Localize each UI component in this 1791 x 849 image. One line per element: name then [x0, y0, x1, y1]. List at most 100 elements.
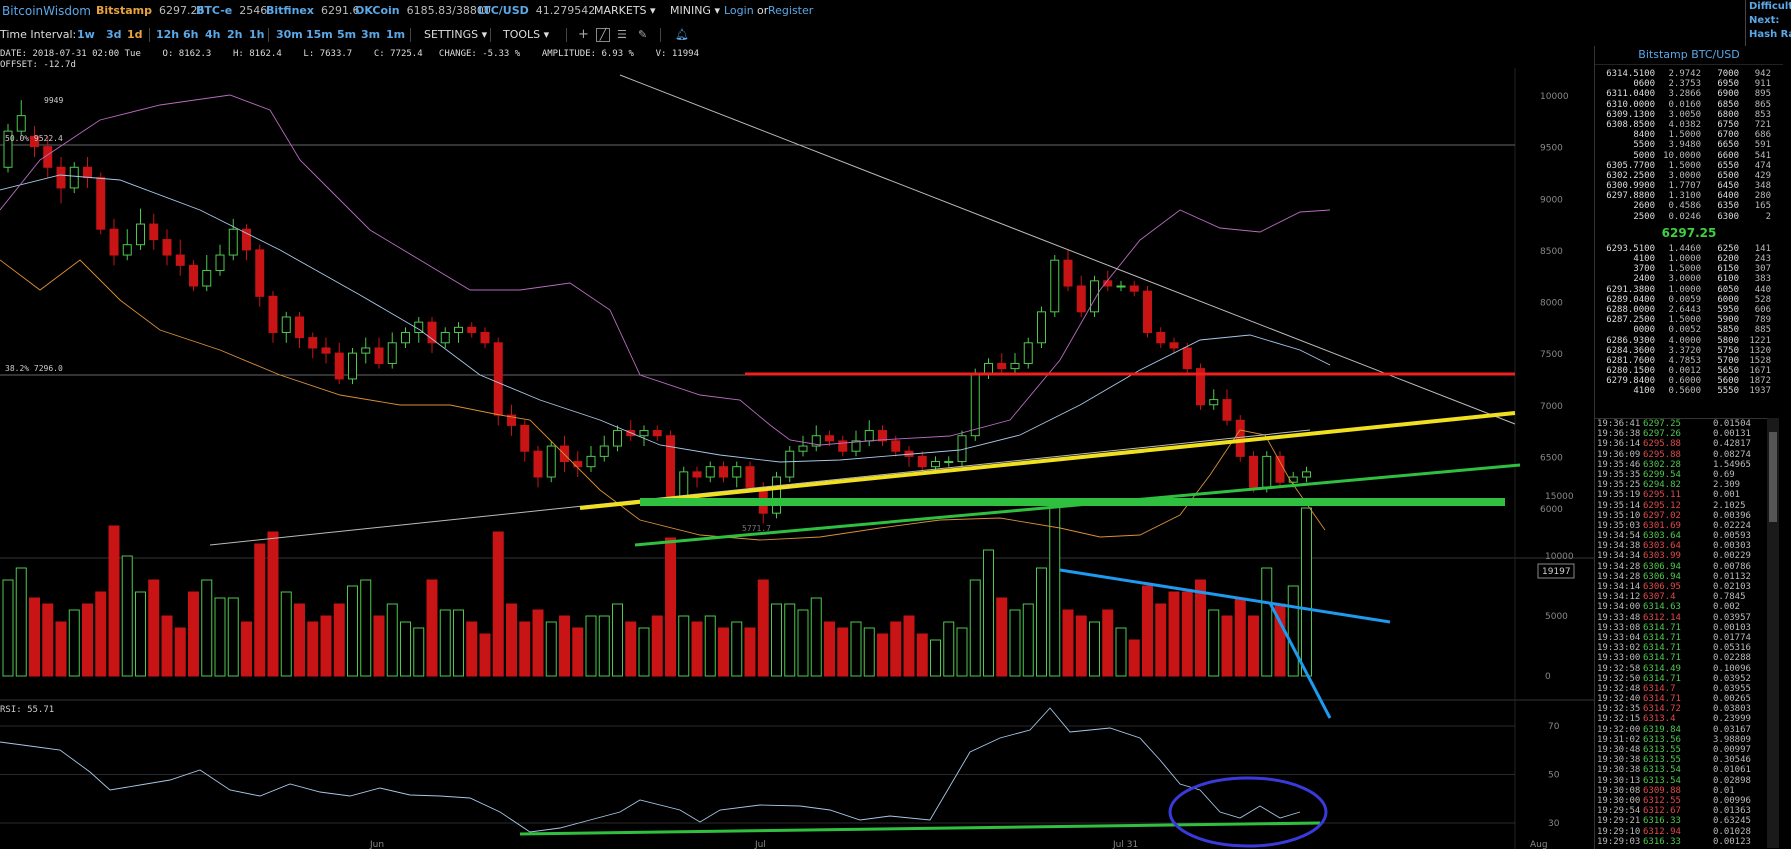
exchange-ltcusd[interactable]: LTC/USD 41.279542 — [478, 0, 595, 22]
trade-amount: 0.01363 — [1713, 806, 1751, 817]
ask-cell: 6450 — [1717, 181, 1739, 192]
trade-price: 6314.71 — [1643, 673, 1681, 684]
settings-menu[interactable]: SETTINGS ▾ — [424, 24, 487, 46]
trade-time: 19:32:00 — [1597, 724, 1641, 735]
volume-bar — [453, 609, 464, 677]
trades-scrollbar[interactable] — [1767, 418, 1779, 848]
separator — [410, 28, 411, 42]
candle-body — [83, 166, 92, 179]
exchange-btce[interactable]: BTC-e 2546 — [196, 0, 267, 22]
pen-tool-icon[interactable]: ✎ — [638, 24, 647, 46]
bid-cell: 3.0000 — [1668, 274, 1701, 285]
volume-bar — [227, 597, 239, 677]
interval-1d[interactable]: 1d — [127, 24, 143, 46]
last-price: 6297.25 — [1661, 225, 1717, 240]
trendline-gray-desc — [619, 74, 1516, 425]
interval-2h[interactable]: 2h — [227, 24, 243, 46]
trade-time: 19:30:00 — [1597, 795, 1641, 806]
rsi-tick-label: 50 — [1548, 771, 1560, 781]
alert-bell-icon[interactable]: 🔔︎ — [675, 24, 689, 46]
candle-body — [1235, 419, 1245, 457]
interval-3d[interactable]: 3d — [106, 24, 122, 46]
bid-cell: 1.5000 — [1668, 264, 1701, 275]
ask-cell: 0600 — [1633, 79, 1655, 90]
ask-cell: 6350 — [1717, 201, 1739, 212]
price-chart[interactable]: 10000 9500 9000 8500 8000 7500 7000 6500 6000 50.… — [0, 68, 1594, 849]
volume-bar — [585, 615, 597, 677]
trade-row: 19:32:50 6314.71 0.03952 — [1595, 674, 1767, 684]
trade-time: 19:29:10 — [1597, 826, 1641, 837]
trade-time: 19:32:48 — [1597, 683, 1641, 694]
ma-line-blue — [0, 174, 1331, 463]
candle-body — [1023, 342, 1033, 364]
candle-body — [454, 326, 463, 333]
interval-15m[interactable]: 15m — [306, 24, 333, 46]
interval-30m[interactable]: 30m — [276, 24, 303, 46]
mining-menu[interactable]: MINING ▾ — [670, 0, 720, 22]
candle-body — [69, 166, 79, 189]
ask-cell: 6400 — [1717, 191, 1739, 202]
interval-1h[interactable]: 1h — [249, 24, 265, 46]
trade-amount: 0.03955 — [1713, 683, 1751, 694]
site-logo[interactable]: BitcoinWisdom — [2, 0, 91, 22]
trade-amount: 0.01774 — [1713, 632, 1751, 643]
volume-bar — [625, 621, 637, 677]
ask-cell: 2.3753 — [1668, 79, 1701, 90]
trade-time: 19:35:19 — [1597, 490, 1641, 501]
markets-menu[interactable]: MARKETS ▾ — [594, 0, 656, 22]
register-link[interactable]: Register — [768, 0, 813, 22]
line-tool-icon[interactable]: ╱ — [596, 28, 610, 42]
volume-bar — [1208, 609, 1220, 677]
interval-1m[interactable]: 1m — [386, 24, 405, 46]
candle-body — [189, 264, 198, 287]
volume-bar — [532, 609, 544, 677]
bid-row: 6284.3600 3.3720 5750 1320 — [1595, 346, 1783, 356]
login-link[interactable]: Login — [724, 0, 754, 22]
trade-amount: 0.01504 — [1713, 419, 1751, 429]
trade-amount: 0.7845 — [1713, 592, 1746, 603]
ask-cell: 4.0382 — [1668, 119, 1701, 130]
candle-body — [1010, 362, 1020, 370]
ask-row: 6314.5100 2.9742 7000 942 — [1595, 69, 1783, 79]
exchange-bitfinex[interactable]: Bitfinex 6291.6 — [266, 0, 359, 22]
volume-bar — [718, 627, 729, 677]
ask-cell: 686 — [1754, 130, 1771, 141]
trade-time: 19:35:03 — [1597, 520, 1641, 531]
bid-cell: 3700 — [1633, 264, 1655, 275]
trade-price: 6313.56 — [1643, 734, 1681, 745]
volume-bar — [930, 639, 941, 677]
exchange-price: 6291.6 — [320, 4, 360, 17]
volume-bar — [1301, 507, 1312, 677]
interval-1w[interactable]: 1w — [77, 24, 95, 46]
interval-3m[interactable]: 3m — [361, 24, 380, 46]
candle-info-line: DATE: 2018-07-31 02:00 Tue O: 8162.3 H: … — [0, 49, 699, 59]
volume-tick-label: 15000 — [1545, 492, 1574, 502]
trade-price: 6319.84 — [1643, 724, 1681, 735]
interval-5m[interactable]: 5m — [337, 24, 356, 46]
trade-time: 19:35:14 — [1597, 500, 1641, 511]
trade-time: 19:34:00 — [1597, 602, 1641, 613]
interval-4h[interactable]: 4h — [205, 24, 221, 46]
horizontal-lines-tool-icon[interactable]: ☰ — [617, 24, 627, 46]
exchange-bitstamp[interactable]: Bitstamp 6297.26 — [96, 0, 204, 22]
interval-6h[interactable]: 6h — [183, 24, 199, 46]
tools-menu[interactable]: TOOLS ▾ — [503, 24, 549, 46]
crosshair-tool-icon[interactable]: + — [578, 24, 589, 46]
exchange-name: OKCoin — [355, 4, 400, 17]
exchange-okcoin[interactable]: OKCoin 6185.83/38800 — [355, 0, 491, 22]
bid-cell: 0.0012 — [1668, 366, 1701, 377]
trade-time: 19:36:41 — [1597, 419, 1641, 429]
scroll-thumb[interactable] — [1769, 432, 1777, 522]
trade-time: 19:34:12 — [1597, 592, 1641, 603]
bid-cell: 0.0052 — [1668, 325, 1701, 336]
trade-amount: 0.00996 — [1713, 795, 1751, 806]
volume-bar — [1221, 615, 1233, 677]
volume-bar — [757, 579, 769, 677]
trade-time: 19:32:35 — [1597, 704, 1641, 715]
bid-cell: 0.5600 — [1668, 386, 1701, 397]
interval-12h[interactable]: 12h — [156, 24, 179, 46]
ask-cell: 541 — [1754, 150, 1771, 161]
candle-body — [864, 430, 874, 442]
trade-price: 6295.88 — [1643, 439, 1681, 450]
volume-bar — [413, 627, 425, 677]
